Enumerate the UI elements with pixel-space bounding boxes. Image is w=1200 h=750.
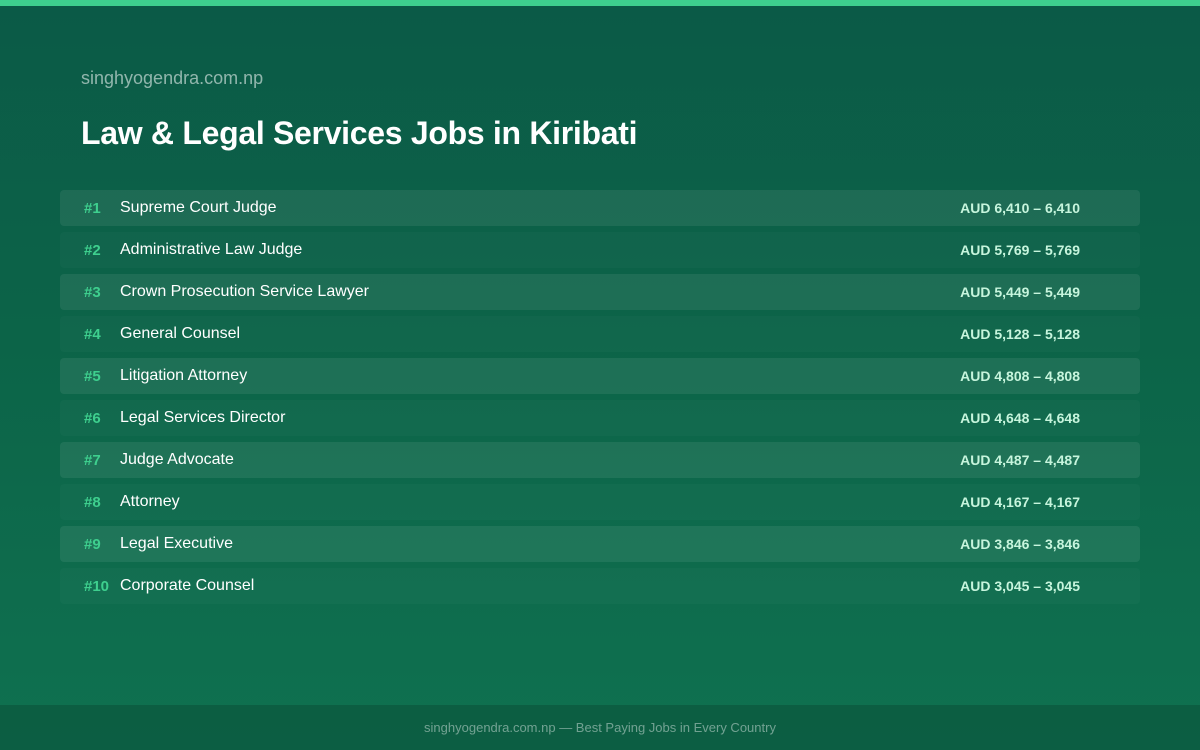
top-accent-bar <box>0 0 1200 6</box>
footer-text: singhyogendra.com.np — Best Paying Jobs … <box>424 720 776 735</box>
job-title: Supreme Court Judge <box>120 199 277 216</box>
job-title: Judge Advocate <box>120 451 234 468</box>
job-rank: #7 <box>84 451 101 469</box>
job-title: Crown Prosecution Service Lawyer <box>120 283 369 300</box>
job-salary: AUD 5,128 – 5,128 <box>960 326 1080 342</box>
job-salary: AUD 3,045 – 3,045 <box>960 578 1080 594</box>
job-row: #6 Legal Services Director AUD 4,648 – 4… <box>60 400 1140 436</box>
job-salary: AUD 5,449 – 5,449 <box>960 284 1080 300</box>
job-salary: AUD 4,487 – 4,487 <box>960 452 1080 468</box>
job-title: Corporate Counsel <box>120 577 255 594</box>
job-row: #4 General Counsel AUD 5,128 – 5,128 <box>60 316 1140 352</box>
job-title: Legal Executive <box>120 535 233 552</box>
job-title: Litigation Attorney <box>120 367 248 384</box>
site-name: singhyogendra.com.np <box>81 68 264 88</box>
job-salary: AUD 4,648 – 4,648 <box>960 410 1080 426</box>
job-salary: AUD 3,846 – 3,846 <box>960 536 1080 552</box>
job-rank: #5 <box>84 367 101 385</box>
job-rank: #6 <box>84 409 101 427</box>
job-row: #10 Corporate Counsel AUD 3,045 – 3,045 <box>60 568 1140 604</box>
job-rank: #8 <box>84 493 101 511</box>
job-salary: AUD 5,769 – 5,769 <box>960 242 1080 258</box>
job-row: #9 Legal Executive AUD 3,846 – 3,846 <box>60 526 1140 562</box>
job-row: #2 Administrative Law Judge AUD 5,769 – … <box>60 232 1140 268</box>
job-rank: #3 <box>84 283 101 301</box>
page-title: Law & Legal Services Jobs in Kiribati <box>81 115 638 151</box>
job-rank: #1 <box>84 199 101 217</box>
job-list: #1 Supreme Court Judge AUD 6,410 – 6,410… <box>60 190 1140 610</box>
footer: singhyogendra.com.np — Best Paying Jobs … <box>0 705 1200 750</box>
job-title: Legal Services Director <box>120 409 286 426</box>
job-row: #1 Supreme Court Judge AUD 6,410 – 6,410 <box>60 190 1140 226</box>
job-salary: AUD 4,808 – 4,808 <box>960 368 1080 384</box>
job-salary: AUD 4,167 – 4,167 <box>960 494 1080 510</box>
job-rank: #4 <box>84 325 101 343</box>
job-rank: #2 <box>84 241 101 259</box>
job-row: #5 Litigation Attorney AUD 4,808 – 4,808 <box>60 358 1140 394</box>
job-title: General Counsel <box>120 325 241 342</box>
job-salary: AUD 6,410 – 6,410 <box>960 200 1080 216</box>
job-rank: #9 <box>84 535 101 553</box>
job-title: Administrative Law Judge <box>120 241 303 258</box>
job-row: #7 Judge Advocate AUD 4,487 – 4,487 <box>60 442 1140 478</box>
job-rank: #10 <box>84 577 110 595</box>
job-title: Attorney <box>120 493 180 510</box>
job-row: #3 Crown Prosecution Service Lawyer AUD … <box>60 274 1140 310</box>
job-row: #8 Attorney AUD 4,167 – 4,167 <box>60 484 1140 520</box>
